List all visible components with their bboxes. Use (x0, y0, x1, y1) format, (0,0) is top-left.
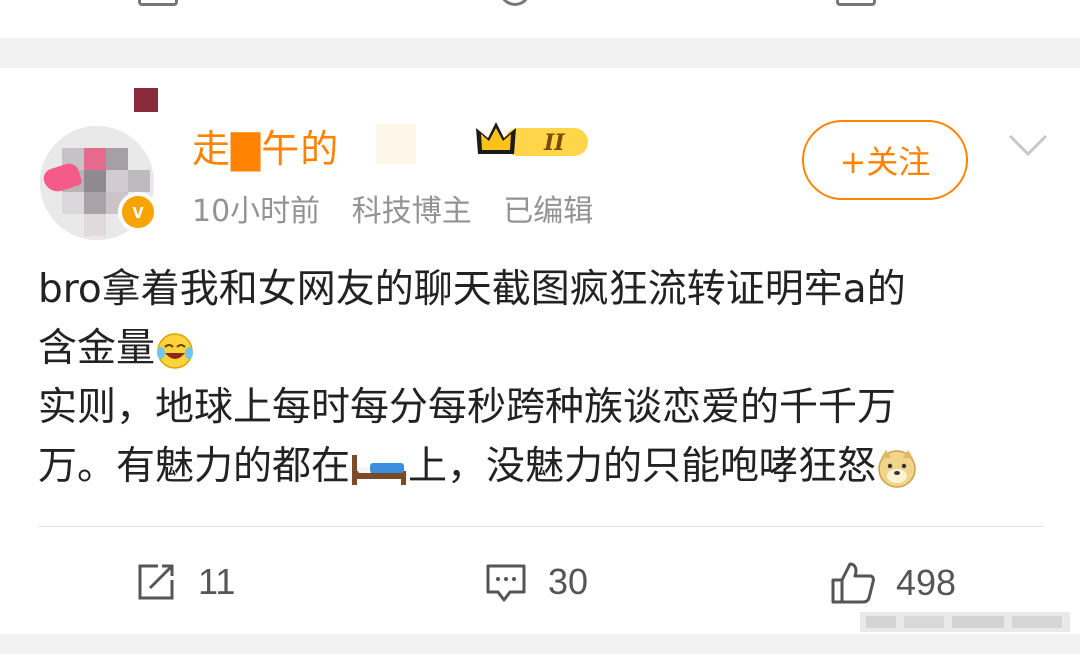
svg-text:II: II (543, 130, 565, 156)
comment-icon (486, 564, 526, 602)
repost-count: 11 (198, 561, 236, 602)
watermark (860, 612, 1070, 632)
like-count: 498 (896, 562, 957, 603)
post-text-line: bro拿着我和女网友的聊天截图疯狂流转证明牢a的 (38, 267, 906, 312)
post-time: 10小时前 (192, 194, 321, 229)
divider (38, 526, 1044, 527)
post-body: bro拿着我和女网友的聊天截图疯狂流转证明牢a的 含金量 实则，地球上每时每分每… (38, 260, 1048, 496)
share-icon (138, 564, 174, 600)
like-button[interactable]: 498 (830, 560, 956, 606)
avatar-mosaic (134, 88, 158, 112)
post-text-line: 万。有魅力的都在 (38, 444, 351, 489)
username-blur (376, 124, 416, 164)
comment-count: 30 (548, 561, 589, 602)
doge-emoji (878, 449, 916, 488)
post-text-line: 实则，地球上每时每分每秒跨种族谈恋爱的千千万 (38, 385, 897, 430)
bed-emoji (352, 454, 407, 485)
laughing-crying-emoji (157, 332, 194, 369)
previous-post-action-bar (0, 0, 1080, 38)
comment-button[interactable]: 30 (484, 560, 588, 604)
thumbs-up-icon[interactable] (836, 0, 876, 6)
post-meta: 10小时前 科技博主 已编辑 (192, 186, 615, 230)
thumbs-up-icon (831, 562, 875, 604)
follow-button[interactable]: +关注 (802, 120, 968, 200)
comment-icon[interactable] (500, 0, 530, 6)
verified-v-icon: v (118, 192, 158, 232)
crown-badge-icon[interactable]: II (474, 118, 592, 160)
post-tag: 科技博主 (351, 194, 472, 229)
post-edited: 已编辑 (503, 194, 594, 229)
share-icon[interactable] (138, 0, 178, 6)
username[interactable]: 走▇午的 (192, 118, 339, 173)
chevron-down-icon[interactable] (1008, 126, 1048, 166)
post-text-line: 上，没魅力的只能咆哮狂怒 (408, 444, 877, 489)
repost-button[interactable]: 11 (134, 560, 235, 604)
post-card: v 走▇午的 II 10小时前 科技博主 已编辑 +关注 bro拿着我和女网友的… (0, 68, 1080, 634)
post-text-line: 含金量 (38, 326, 156, 371)
